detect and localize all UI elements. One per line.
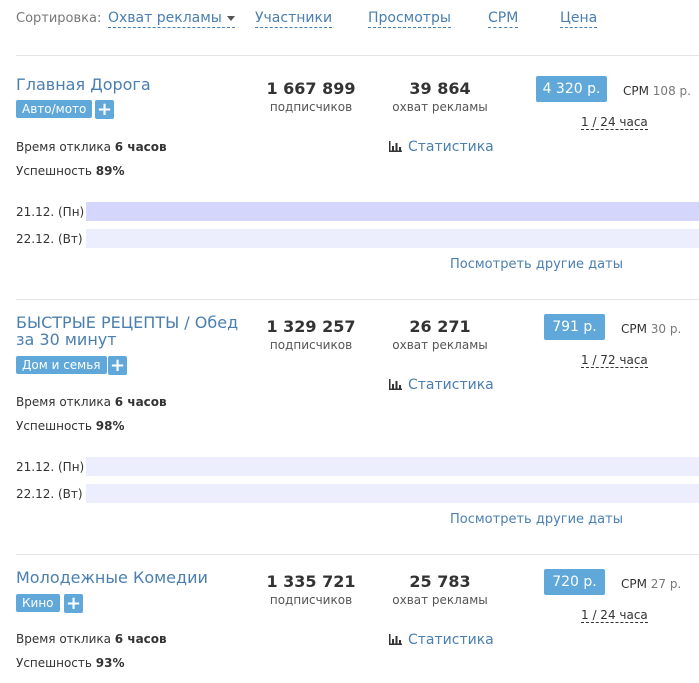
sort-option-cpm[interactable]: CPM (488, 10, 519, 28)
response-time: Время отклика 6 часов (16, 632, 167, 646)
sort-option-members[interactable]: Участники (255, 10, 333, 28)
channel-card: Главная Дорога Авто/мото + 1 667 899 под… (16, 76, 699, 276)
period-selector[interactable]: 1 / 72 часа (581, 353, 648, 368)
success-label: Успешность (16, 419, 92, 433)
channel-card: БЫСТРЫЕ РЕЦЕПТЫ / Обед за 30 минут Дом и… (16, 314, 699, 534)
date-label: 22.12. (Вт) (16, 232, 83, 246)
more-dates-link[interactable]: Посмотреть другие даты (450, 512, 623, 527)
price-button[interactable]: 4 320 р. (536, 76, 607, 102)
period-selector[interactable]: 1 / 24 часа (581, 115, 648, 130)
date-label: 22.12. (Вт) (16, 487, 83, 501)
cpm-info: CPM 27 р. (621, 577, 681, 591)
caret-down-icon (226, 15, 235, 21)
add-icon[interactable]: + (64, 594, 83, 613)
subscribers-label: подписчиков (269, 593, 353, 607)
response-value: 6 часов (114, 632, 167, 646)
sort-label: Сортировка: (16, 11, 102, 26)
cpm-value: 30 р. (650, 322, 682, 336)
cpm-value: 108 р. (652, 84, 691, 98)
success-value: 89% (95, 164, 125, 178)
date-slot-bar[interactable] (86, 229, 699, 248)
bar-chart-icon (389, 634, 402, 645)
divider (16, 55, 699, 56)
reach-label: охват рекламы (392, 593, 488, 607)
date-slot-bar[interactable] (86, 484, 699, 503)
divider (16, 299, 699, 300)
date-label: 21.12. (Пн) (16, 460, 85, 474)
subscribers-label: подписчиков (269, 100, 353, 114)
subscribers-label: подписчиков (269, 338, 353, 352)
reach-count: 26 271 (409, 317, 471, 336)
add-icon[interactable]: + (95, 100, 114, 119)
date-slot-bar[interactable] (86, 202, 699, 221)
channel-title[interactable]: Молодежные Комедии (16, 569, 251, 586)
subscribers-count: 1 335 721 (266, 572, 356, 591)
date-slot-bar[interactable] (86, 457, 699, 476)
category-tag[interactable]: Авто/мото (16, 100, 93, 118)
response-label: Время отклика (16, 395, 111, 409)
success-label: Успешность (16, 164, 92, 178)
reach-label: охват рекламы (392, 100, 488, 114)
statistics-link[interactable]: Статистика (389, 377, 494, 393)
cpm-info: CPM 30 р. (621, 322, 681, 336)
response-value: 6 часов (114, 140, 167, 154)
add-icon[interactable]: + (108, 356, 127, 375)
cpm-label: CPM (621, 322, 647, 336)
statistics-link[interactable]: Статистика (389, 632, 494, 648)
cpm-value: 27 р. (650, 577, 682, 591)
success-value: 93% (95, 656, 125, 670)
sort-bar: Сортировка: Охват рекламы Участники Прос… (16, 10, 699, 30)
response-time: Время отклика 6 часов (16, 395, 167, 409)
response-value: 6 часов (114, 395, 167, 409)
category-tag[interactable]: Кино (16, 594, 60, 612)
statistics-label: Статистика (408, 632, 494, 648)
response-time: Время отклика 6 часов (16, 140, 167, 154)
bar-chart-icon (389, 379, 402, 390)
success-value: 98% (95, 419, 125, 433)
success-rate: Успешность 93% (16, 656, 125, 670)
category-tag[interactable]: Дом и семья (16, 356, 107, 374)
channel-title[interactable]: БЫСТРЫЕ РЕЦЕПТЫ / Обед за 30 минут (16, 314, 251, 348)
date-label: 21.12. (Пн) (16, 205, 85, 219)
price-button[interactable]: 791 р. (544, 314, 605, 340)
response-label: Время отклика (16, 632, 111, 646)
statistics-label: Статистика (408, 377, 494, 393)
period-selector[interactable]: 1 / 24 часа (581, 608, 648, 623)
cpm-label: CPM (621, 577, 647, 591)
reach-count: 39 864 (409, 79, 471, 98)
success-rate: Успешность 89% (16, 164, 125, 178)
success-rate: Успешность 98% (16, 419, 125, 433)
sort-option-views[interactable]: Просмотры (368, 10, 451, 28)
divider (16, 554, 699, 555)
statistics-label: Статистика (408, 139, 494, 155)
channel-title[interactable]: Главная Дорога (16, 76, 251, 93)
channel-card: Молодежные Комедии Кино + 1 335 721 подп… (16, 569, 699, 683)
response-label: Время отклика (16, 140, 111, 154)
sort-option-reach[interactable]: Охват рекламы (108, 10, 235, 28)
sort-option-label: Охват рекламы (108, 10, 222, 26)
cpm-info: CPM 108 р. (623, 84, 691, 98)
success-label: Успешность (16, 656, 92, 670)
subscribers-count: 1 667 899 (266, 79, 356, 98)
statistics-link[interactable]: Статистика (389, 139, 494, 155)
reach-count: 25 783 (409, 572, 471, 591)
price-button[interactable]: 720 р. (544, 569, 605, 595)
cpm-label: CPM (623, 84, 649, 98)
bar-chart-icon (389, 141, 402, 152)
subscribers-count: 1 329 257 (266, 317, 356, 336)
sort-option-price[interactable]: Цена (560, 10, 598, 28)
reach-label: охват рекламы (392, 338, 488, 352)
more-dates-link[interactable]: Посмотреть другие даты (450, 257, 623, 272)
